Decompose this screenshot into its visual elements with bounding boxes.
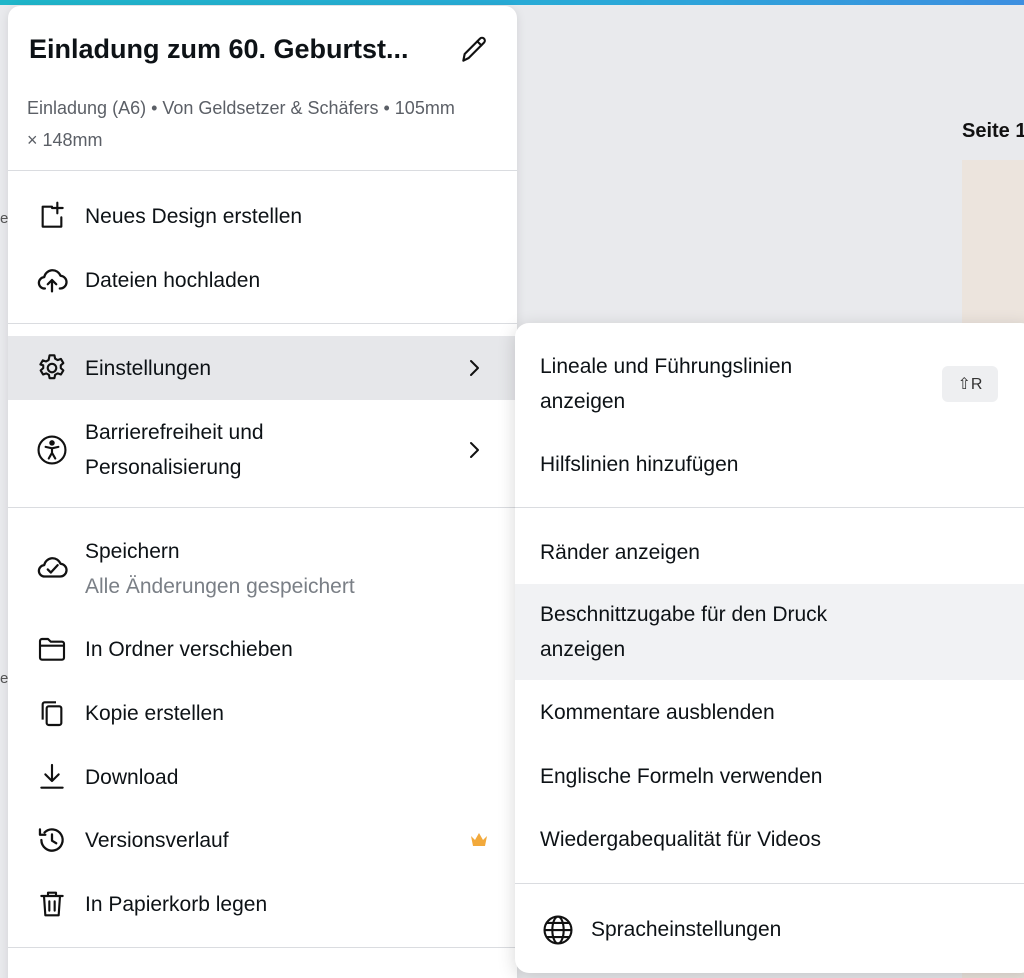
- save-status: Alle Änderungen gespeichert: [85, 575, 355, 598]
- submenu-item-label: Kommentare ausblenden: [540, 701, 775, 724]
- menu-item-trash[interactable]: In Papierkorb legen: [8, 879, 517, 929]
- design-meta: Einladung (A6) • Von Geldsetzer & Schäfe…: [27, 98, 455, 150]
- submenu-item-label: Wiedergabequalität für Videos: [540, 828, 821, 851]
- download-icon: [34, 759, 70, 795]
- menu-item-label: Speichern: [85, 540, 180, 563]
- edit-pencil-icon[interactable]: [456, 32, 492, 68]
- top-accent-strip: [0, 0, 1024, 5]
- design-title[interactable]: Einladung zum 60. Geburtst...: [29, 34, 449, 65]
- menu-item-label: Barrierefreiheit und Personalisierung: [85, 421, 264, 479]
- submenu-item-label: Ränder anzeigen: [540, 541, 700, 564]
- submenu-item-label: Hilfslinien hinzufügen: [540, 453, 739, 476]
- divider: [8, 170, 517, 171]
- menu-item-label: Dateien hochladen: [85, 268, 261, 292]
- menu-item-copy[interactable]: Kopie erstellen: [8, 688, 517, 738]
- page-label: Seite 1: [962, 120, 1024, 142]
- file-menu: Einladung zum 60. Geburtst... Einladung …: [8, 6, 517, 978]
- menu-item-settings[interactable]: Einstellungen: [8, 336, 517, 400]
- menu-item-label: Kopie erstellen: [85, 701, 224, 725]
- menu-header: Einladung zum 60. Geburtst... Einladung …: [8, 6, 517, 171]
- menu-item-label: Einstellungen: [85, 356, 212, 380]
- globe-icon: [540, 912, 576, 948]
- chevron-right-icon: [463, 357, 485, 379]
- divider: [8, 947, 517, 948]
- trash-icon: [34, 886, 70, 922]
- menu-item-label: Neues Design erstellen: [85, 204, 303, 228]
- chevron-right-icon: [463, 439, 485, 461]
- submenu-item-video-quality[interactable]: Wiedergabequalität für Videos: [515, 815, 1024, 865]
- menu-item-move-folder[interactable]: In Ordner verschieben: [8, 624, 517, 674]
- submenu-item-add-guides[interactable]: Hilfslinien hinzufügen: [515, 441, 1024, 491]
- settings-submenu: Lineale und Führungslinien anzeigen ⇧R H…: [515, 323, 1024, 973]
- menu-item-download[interactable]: Download: [8, 752, 517, 802]
- submenu-item-label: Englische Formeln verwenden: [540, 765, 823, 788]
- divider: [8, 507, 517, 508]
- submenu-item-hide-comments[interactable]: Kommentare ausblenden: [515, 688, 1024, 738]
- submenu-item-rulers[interactable]: Lineale und Führungslinien anzeigen ⇧R: [515, 339, 1024, 421]
- submenu-item-english-formulas[interactable]: Englische Formeln verwenden: [515, 752, 1024, 802]
- submenu-item-label: Beschnittzugabe für den Druck anzeigen: [540, 603, 828, 661]
- submenu-item-bleed[interactable]: Beschnittzugabe für den Druck anzeigen: [515, 584, 1024, 680]
- menu-item-label: Versionsverlauf: [85, 828, 229, 852]
- divider: [8, 323, 517, 324]
- accessibility-icon: [34, 432, 70, 468]
- menu-item-upload[interactable]: Dateien hochladen: [8, 255, 517, 305]
- submenu-item-language[interactable]: Spracheinstellungen: [515, 905, 1024, 955]
- menu-item-accessibility[interactable]: Barrierefreiheit und Personalisierung: [8, 410, 517, 490]
- menu-item-label: Download: [85, 765, 179, 789]
- submenu-item-margins[interactable]: Ränder anzeigen: [515, 528, 1024, 578]
- gear-icon: [34, 350, 70, 386]
- history-icon: [34, 822, 70, 858]
- submenu-item-label: Spracheinstellungen: [591, 918, 782, 941]
- copy-icon: [34, 695, 70, 731]
- menu-item-label: In Papierkorb legen: [85, 892, 268, 916]
- crown-icon: [470, 832, 488, 848]
- shortcut-badge: ⇧R: [942, 366, 998, 402]
- submenu-item-label: Lineale und Führungslinien anzeigen: [540, 355, 793, 413]
- folder-icon: [34, 631, 70, 667]
- menu-item-label: In Ordner verschieben: [85, 637, 293, 661]
- menu-item-new-design[interactable]: Neues Design erstellen: [8, 191, 517, 241]
- new-design-icon: [34, 198, 70, 234]
- divider: [515, 883, 1024, 884]
- menu-item-save[interactable]: Speichern Alle Änderungen gespeichert: [8, 529, 517, 609]
- cloud-check-icon: [34, 550, 70, 586]
- cloud-upload-icon: [34, 262, 70, 298]
- divider: [515, 507, 1024, 508]
- menu-item-version-history[interactable]: Versionsverlauf: [8, 815, 517, 865]
